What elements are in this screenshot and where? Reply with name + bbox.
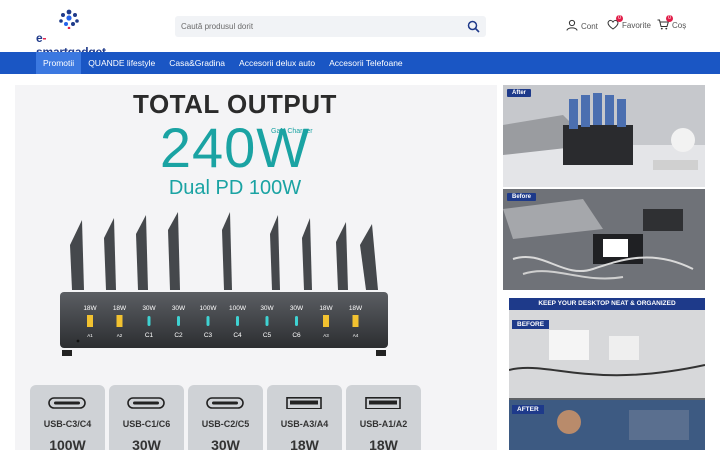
charger-port-watt: 30W bbox=[260, 305, 274, 312]
port-watt: 18W bbox=[369, 437, 398, 450]
nav-item-quande[interactable]: QUANDE lifestyle bbox=[81, 52, 162, 74]
usb-a-port-icon bbox=[286, 397, 322, 409]
port-label: USB-C1/C6 bbox=[122, 419, 171, 429]
side-banner-organized[interactable]: KEEP YOUR DESKTOP NEAT & ORGANIZED BEFOR… bbox=[509, 298, 705, 450]
charger-port-name: C4 bbox=[233, 332, 242, 339]
port-card-usb-a1-a2: USB-A1/A2 18W bbox=[346, 385, 421, 450]
port-label: USB-A3/A4 bbox=[280, 419, 329, 429]
port-label: USB-C2/C5 bbox=[201, 419, 250, 429]
after-label: AFTER bbox=[512, 405, 544, 414]
banner-wattage: 240W bbox=[159, 116, 311, 179]
banner-dual-pd: Dual PD 100W bbox=[168, 177, 302, 199]
usb-c-port bbox=[236, 316, 239, 326]
nav-item-accesorii-telefoane[interactable]: Accesorii Telefoane bbox=[322, 52, 410, 74]
port-label: USB-A1/A2 bbox=[359, 419, 408, 429]
account-label: Cont bbox=[581, 21, 598, 31]
charger-port-name: C2 bbox=[174, 332, 183, 339]
heart-icon: 0 bbox=[607, 15, 623, 32]
charger-port-watt: 30W bbox=[172, 305, 186, 312]
charger-port-watt: 18W bbox=[319, 305, 333, 312]
main-nav: Promotii QUANDE lifestyle Casa&Gradina A… bbox=[0, 52, 720, 74]
nav-item-casa-gradina[interactable]: Casa&Gradina bbox=[162, 52, 232, 74]
logo-dots-icon bbox=[59, 9, 79, 29]
search-bar bbox=[175, 16, 486, 37]
before-tag: Before bbox=[507, 193, 537, 201]
charger-port-watt: 18W bbox=[349, 305, 363, 312]
port-watt: 18W bbox=[290, 437, 319, 450]
charger-port-name: A3 bbox=[323, 333, 329, 338]
usb-c-port bbox=[177, 316, 180, 326]
organized-headline: KEEP YOUR DESKTOP NEAT & ORGANIZED bbox=[509, 298, 705, 310]
port-list: USB-C3/C4 100W USB-C1/C6 30W USB-C2/C5 3… bbox=[30, 385, 421, 450]
usb-a-port bbox=[352, 315, 359, 327]
charger-port-watt: 100W bbox=[229, 305, 247, 312]
charger-port-watt: 18W bbox=[113, 305, 127, 312]
side-banner-after[interactable]: After bbox=[503, 85, 705, 187]
organized-comparison-image bbox=[509, 310, 705, 450]
cart-count-badge: 0 bbox=[666, 15, 673, 22]
charger-port-name: A2 bbox=[117, 333, 123, 338]
after-tag: After bbox=[507, 89, 532, 97]
search-input[interactable] bbox=[175, 16, 460, 37]
usb-c-port-icon bbox=[127, 397, 165, 409]
usb-c-port-icon bbox=[206, 397, 244, 409]
port-watt: 100W bbox=[49, 437, 86, 450]
port-watt: 30W bbox=[132, 437, 161, 450]
promo-banner[interactable]: TOTAL OUTPUT 240W GaN Charger Dual PD 10… bbox=[15, 85, 497, 450]
usb-a-port bbox=[87, 315, 93, 327]
cart-link[interactable]: 0 Coș bbox=[657, 15, 687, 32]
charger-port-name: C3 bbox=[204, 332, 213, 339]
usb-c-port bbox=[147, 316, 151, 326]
usb-a-port bbox=[116, 315, 123, 327]
port-label: USB-C3/C4 bbox=[43, 419, 92, 429]
usb-a-port-icon bbox=[365, 397, 401, 409]
user-icon bbox=[566, 19, 578, 33]
usb-c-port bbox=[206, 316, 210, 326]
cart-label: Coș bbox=[672, 21, 687, 30]
charger-port-name: A4 bbox=[353, 333, 359, 338]
charger-port-watt: 18W bbox=[83, 305, 97, 312]
cart-icon: 0 bbox=[657, 15, 673, 32]
search-icon bbox=[467, 20, 480, 33]
favorites-count-badge: 0 bbox=[616, 15, 623, 22]
port-card-usb-c3-c4: USB-C3/C4 100W bbox=[30, 385, 105, 450]
site-logo[interactable]: e-smartgadget bbox=[36, 9, 114, 59]
nav-item-promotii[interactable]: Promotii bbox=[36, 52, 82, 74]
port-watt: 30W bbox=[211, 437, 240, 450]
charger-port-name: A1 bbox=[87, 333, 93, 338]
favorites-link[interactable]: 0 Favorite bbox=[607, 15, 651, 32]
banner-gan-label: GaN Charger bbox=[271, 128, 313, 135]
before-label: BEFORE bbox=[512, 320, 550, 329]
usb-a-port bbox=[323, 315, 329, 327]
usb-c-port bbox=[295, 316, 298, 326]
usb-c-port bbox=[265, 316, 269, 326]
port-card-usb-c1-c6: USB-C1/C6 30W bbox=[109, 385, 184, 450]
favorites-label: Favorite bbox=[622, 21, 651, 30]
side-banner-before[interactable]: Before bbox=[503, 189, 705, 290]
charger-port-watt: 100W bbox=[200, 305, 218, 312]
charger-port-name: C1 bbox=[145, 332, 154, 339]
port-card-usb-a3-a4: USB-A3/A4 18W bbox=[267, 385, 342, 450]
charger-port-watt: 30W bbox=[290, 305, 304, 312]
desk-before-image bbox=[503, 189, 705, 290]
usb-c-port-icon bbox=[48, 397, 86, 409]
site-header: e-smartgadget Cont 0 Favorite 0 Coș bbox=[0, 0, 720, 59]
desk-after-image bbox=[503, 93, 705, 187]
charger-port-name: C5 bbox=[263, 332, 272, 339]
search-button[interactable] bbox=[467, 20, 480, 33]
account-link[interactable]: Cont bbox=[566, 19, 598, 33]
port-card-usb-c2-c5: USB-C2/C5 30W bbox=[188, 385, 263, 450]
nav-item-accesorii-auto[interactable]: Accesorii delux auto bbox=[232, 52, 322, 74]
charger-port-watt: 30W bbox=[142, 305, 156, 312]
charger-port-name: C6 bbox=[292, 332, 301, 339]
charger-station-image: 18W A1 18W A2 30W C1 30W C2 100W C3 100W C4 30W C5 30W… bbox=[60, 212, 388, 356]
